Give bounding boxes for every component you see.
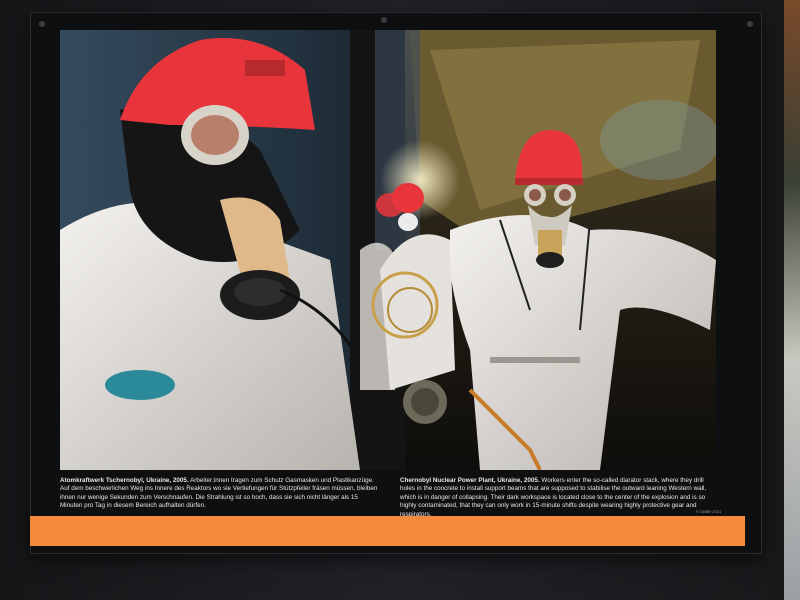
background-edge: [784, 0, 800, 600]
chernobyl-workers-photo: [60, 30, 716, 470]
photo-credit: © DBBR 2021: [696, 509, 722, 514]
accent-bar: [30, 516, 745, 546]
caption-german: Atomkraftwerk Tschernobyl, Ukraine, 2005…: [60, 477, 380, 511]
board-screw: [39, 21, 45, 27]
caption-english: Chernobyl Nuclear Power Plant, Ukraine, …: [400, 477, 720, 519]
caption-german-title: Atomkraftwerk Tschernobyl, Ukraine, 2005…: [60, 477, 189, 484]
caption-english-title: Chernobyl Nuclear Power Plant, Ukraine, …: [400, 477, 540, 484]
board-screw: [747, 21, 753, 27]
board-screw: [381, 17, 387, 23]
